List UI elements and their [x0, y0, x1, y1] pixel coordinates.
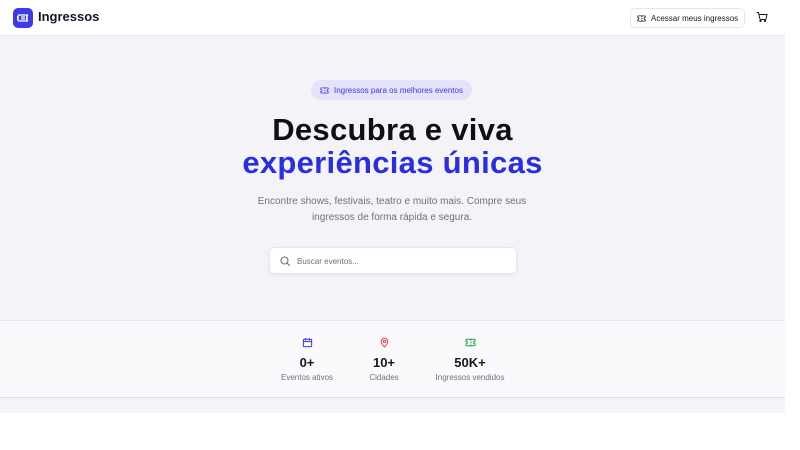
stats-section: 0+ Eventos ativos 10+ Cidades 50K+ Ingre… [0, 320, 785, 398]
ticket-icon [320, 86, 329, 94]
ticket-icon [464, 338, 476, 347]
stat-label: Cidades [369, 373, 399, 382]
stat-value: 50K+ [454, 355, 486, 370]
hero-badge: Ingressos para os melhores eventos [311, 80, 472, 100]
stat-label: Ingressos vendidos [435, 373, 505, 382]
calendar-icon [302, 337, 312, 348]
hero-subtitle: Encontre shows, festivais, teatro e muit… [257, 196, 527, 223]
hero-section: Ingressos para os melhores eventos Descu… [0, 36, 785, 320]
search-input[interactable] [297, 253, 507, 269]
stat-cities: 10+ Cidades [334, 337, 434, 382]
logo[interactable] [13, 8, 33, 28]
my-tickets-label: Acessar meus ingressos [651, 13, 739, 23]
ticket-icon [17, 14, 29, 22]
hero-badge-label: Ingressos para os melhores eventos [334, 85, 463, 95]
next-section [0, 398, 785, 413]
map-pin-icon [380, 337, 388, 348]
stat-value: 10+ [372, 355, 396, 370]
hero-title-highlight: experiências únicas [242, 145, 543, 180]
brand-name[interactable]: Ingressos [38, 9, 99, 24]
hero-title: Descubra e viva [272, 112, 513, 147]
ticket-icon [637, 14, 646, 22]
cart-icon[interactable] [756, 11, 768, 23]
scrollbar[interactable] [785, 0, 800, 450]
navbar: Ingressos Acessar meus ingressos [0, 0, 785, 36]
search-icon [280, 256, 291, 267]
search-box[interactable] [269, 247, 517, 274]
my-tickets-button[interactable]: Acessar meus ingressos [630, 8, 746, 28]
stat-tickets-sold: 50K+ Ingressos vendidos [420, 337, 520, 382]
